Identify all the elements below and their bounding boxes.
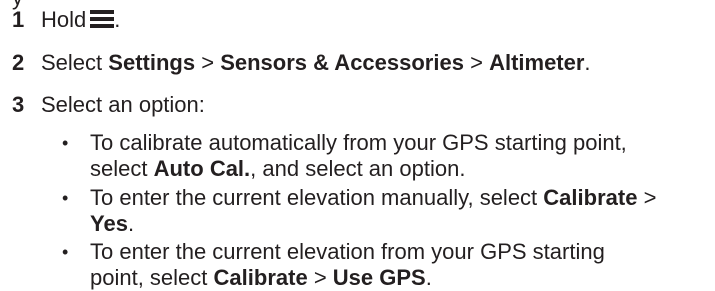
bullet-mark: • (62, 133, 69, 153)
calibrate-label: Calibrate (213, 265, 308, 290)
step-number: 3 (12, 92, 25, 117)
bullet-select-text: select (90, 156, 148, 181)
bullet-lead-text: To enter the current elevation manually,… (90, 185, 538, 210)
breadcrumb-separator: > (643, 185, 657, 210)
bullet-text: To calibrate automatically from your GPS… (90, 130, 702, 182)
bullet-text: To enter the current elevation manually,… (90, 185, 702, 237)
auto-cal-label: Auto Cal. (153, 156, 251, 181)
bullet-trailing-text: , and select an option. (250, 156, 466, 181)
step-number: 2 (12, 50, 25, 75)
step-2: 2 Select Settings > Sensors & Accessorie… (0, 45, 715, 81)
sensors-accessories-label: Sensors & Accessories (220, 50, 464, 75)
bullet-text: To enter the current elevation from your… (90, 239, 702, 291)
use-gps-label: Use GPS (332, 265, 426, 290)
step-3: 3 Select an option: (0, 87, 715, 123)
bullet-mark: • (62, 242, 69, 262)
bullet-lead-text: point, select (90, 265, 208, 290)
bullet-mark: • (62, 188, 69, 208)
step-hold-text: Hold (41, 7, 87, 32)
altimeter-label: Altimeter (489, 50, 585, 75)
step-text: Hold. (41, 2, 120, 38)
calibrate-label: Calibrate (543, 185, 638, 210)
step-text: Select an option: (41, 92, 205, 117)
step-select-text: Select (41, 50, 103, 75)
bullet-trailing-text: . (425, 265, 432, 290)
breadcrumb-separator: > (470, 50, 483, 75)
bullet-line-1: To calibrate automatically from your GPS… (90, 130, 627, 155)
step-number: 1 (12, 7, 25, 32)
bullet-line-2: point, select Calibrate > Use GPS. (90, 265, 702, 291)
yes-label: Yes (90, 211, 128, 236)
breadcrumb-separator: > (313, 265, 327, 290)
step-period: . (584, 50, 591, 75)
bullet-line-2: select Auto Cal., and select an option. (90, 156, 702, 182)
step-text: Select Settings > Sensors & Accessories … (41, 45, 591, 81)
step-1: 1 Hold. (0, 2, 715, 38)
bullet-trailing-text: . (127, 211, 135, 236)
breadcrumb-separator: > (201, 50, 215, 75)
bullet-line-1: To enter the current elevation from your… (90, 239, 605, 264)
menu-icon (90, 10, 115, 29)
settings-label: Settings (108, 50, 196, 75)
step-period: . (114, 7, 121, 32)
